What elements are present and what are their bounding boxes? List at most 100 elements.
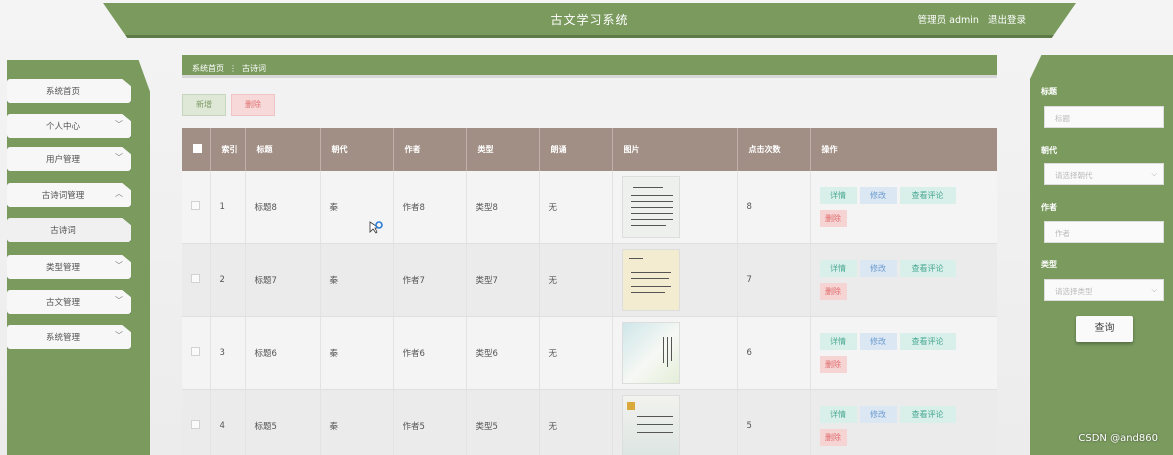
column-header-index: 索引 (210, 128, 246, 171)
edit-button[interactable]: 修改 (859, 406, 897, 423)
column-header-title: 标题 (245, 128, 321, 171)
sidebar-item-home[interactable]: 系统首页 (7, 79, 131, 103)
cell-recite: 无 (539, 389, 613, 455)
filter-type-placeholder: 请选择类型 (1055, 287, 1093, 296)
row-select-cell (182, 243, 211, 317)
delete-button[interactable]: 删除 (819, 356, 847, 373)
mouse-cursor-icon (369, 221, 383, 234)
row-checkbox[interactable] (191, 274, 200, 283)
filter-dynasty-label: 朝代 (1041, 146, 1057, 155)
cell-type: 类型8 (466, 171, 540, 244)
row-select-cell (182, 389, 211, 455)
breadcrumb-current: 古诗词 (242, 64, 266, 73)
cell-type: 类型6 (466, 316, 540, 390)
sidebar-subitem-poems[interactable]: 古诗词 (7, 218, 131, 242)
row-checkbox[interactable] (191, 420, 200, 429)
select-all-cell (182, 128, 211, 171)
cell-actions: 详情 修改 查看评论 删除 (810, 389, 997, 455)
logout-link[interactable]: 退出登录 (988, 15, 1026, 26)
edit-button[interactable]: 修改 (859, 187, 897, 204)
breadcrumb-home[interactable]: 系统首页 (192, 64, 224, 73)
poem-thumbnail (621, 176, 680, 238)
filter-type-select[interactable]: 请选择类型 ⌵ (1044, 279, 1164, 301)
sidebar-item-label: 古诗词管理 (41, 191, 85, 201)
view-comments-button[interactable]: 查看评论 (899, 187, 956, 204)
column-header-actions: 操作 (810, 128, 997, 171)
edit-button[interactable]: 修改 (859, 260, 897, 277)
chevron-down-icon: ⌵ (1151, 285, 1157, 294)
detail-button[interactable]: 详情 (819, 333, 857, 350)
cell-dynasty: 秦 (320, 243, 394, 317)
breadcrumb: 系统首页 ⋮ 古诗词 (182, 55, 997, 78)
sidebar-item-label: 系统管理 (45, 333, 80, 343)
sidebar-item-system[interactable]: 系统管理 ﹀ (7, 325, 131, 349)
add-button[interactable]: 新增 (182, 94, 226, 116)
cell-author: 作者6 (393, 316, 467, 390)
cell-dynasty: 秦 (320, 316, 394, 390)
row-checkbox[interactable] (191, 201, 200, 210)
cell-image (612, 243, 738, 317)
delete-button[interactable]: 删除 (819, 283, 847, 300)
chevron-down-icon: ⌵ (1151, 169, 1157, 178)
cell-author: 作者5 (393, 389, 467, 455)
cell-recite: 无 (539, 316, 613, 390)
table-row: 3 标题6 秦 作者6 类型6 无 6 详情 修改 查看评论 删除 (182, 316, 997, 390)
watermark: CSDN @and860 (1078, 433, 1158, 444)
batch-delete-button[interactable]: 删除 (231, 94, 275, 116)
cell-clicks: 8 (737, 171, 811, 244)
cell-image (612, 389, 738, 455)
filter-author-input[interactable]: 作者 (1044, 221, 1164, 243)
sidebar-item-users[interactable]: 用户管理 ﹀ (7, 147, 131, 171)
chevron-down-icon: ﹀ (115, 296, 123, 305)
filter-title-label: 标题 (1041, 87, 1057, 96)
user-info: 管理员 admin 退出登录 (918, 12, 1026, 26)
chevron-down-icon: ﹀ (115, 153, 123, 162)
cell-actions: 详情 修改 查看评论 删除 (810, 316, 997, 390)
row-checkbox[interactable] (191, 347, 200, 356)
cell-index: 2 (210, 243, 246, 317)
cell-author: 作者7 (393, 243, 467, 317)
sidebar-item-profile[interactable]: 个人中心 ﹀ (7, 114, 131, 138)
search-button[interactable]: 查询 (1076, 316, 1133, 342)
poem-thumbnail (621, 395, 680, 455)
cell-index: 3 (210, 316, 246, 390)
detail-button[interactable]: 详情 (819, 187, 857, 204)
sidebar-item-types[interactable]: 类型管理 ﹀ (7, 255, 131, 279)
cell-author: 作者8 (393, 171, 467, 244)
cell-title: 标题6 (245, 316, 321, 390)
poem-thumbnail (621, 249, 680, 311)
cell-clicks: 6 (737, 316, 811, 390)
table-header-row: 索引 标题 朝代 作者 类型 朗诵 图片 点击次数 操作 (182, 128, 997, 171)
sidebar-item-label: 个人中心 (45, 122, 80, 132)
cell-type: 类型5 (466, 389, 540, 455)
row-select-cell (182, 316, 211, 390)
view-comments-button[interactable]: 查看评论 (899, 260, 956, 277)
detail-button[interactable]: 详情 (819, 260, 857, 277)
cell-title: 标题7 (245, 243, 321, 317)
edit-button[interactable]: 修改 (859, 333, 897, 350)
delete-button[interactable]: 删除 (819, 429, 847, 446)
column-header-clicks: 点击次数 (737, 128, 811, 171)
view-comments-button[interactable]: 查看评论 (899, 333, 956, 350)
row-select-cell (182, 171, 211, 244)
detail-button[interactable]: 详情 (819, 406, 857, 423)
sidebar-item-prose[interactable]: 古文管理 ﹀ (7, 290, 131, 314)
column-header-author: 作者 (393, 128, 467, 171)
cell-actions: 详情 修改 查看评论 删除 (810, 171, 997, 244)
filter-dynasty-select[interactable]: 请选择朝代 ⌵ (1044, 163, 1164, 185)
sidebar-item-label: 古文管理 (45, 298, 80, 308)
sidebar-item-poem-management[interactable]: 古诗词管理 ︿ (7, 183, 131, 207)
filter-dynasty-placeholder: 请选择朝代 (1055, 171, 1093, 180)
table-row: 2 标题7 秦 作者7 类型7 无 7 详情 修改 查看评论 删除 (182, 243, 997, 317)
select-all-checkbox[interactable] (193, 144, 202, 153)
admin-label: 管理员 admin (917, 15, 979, 26)
view-comments-button[interactable]: 查看评论 (899, 406, 956, 423)
delete-button[interactable]: 删除 (819, 210, 847, 227)
cell-title: 标题5 (245, 389, 321, 455)
filter-type-label: 类型 (1041, 260, 1057, 269)
sidebar-item-label: 类型管理 (45, 263, 80, 273)
filter-title-input[interactable]: 标题 (1044, 106, 1164, 128)
column-header-type: 类型 (466, 128, 540, 171)
table-row: 4 标题5 秦 作者5 类型5 无 5 详情 修改 查看评论 删除 (182, 389, 997, 455)
cell-index: 4 (210, 389, 246, 455)
